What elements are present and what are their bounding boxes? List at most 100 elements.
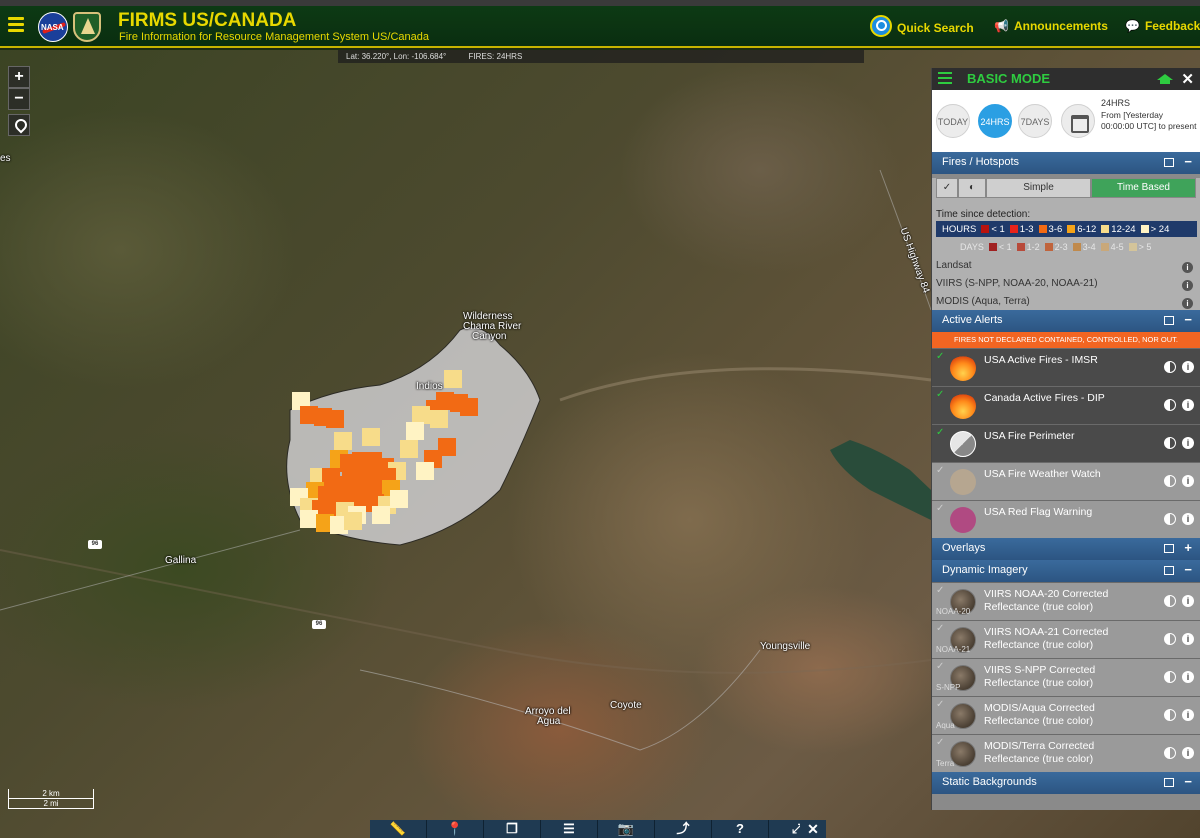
- layer-fire-weather-watch[interactable]: ✓ USA Fire Weather Watch i: [932, 462, 1200, 500]
- info-icon[interactable]: i: [1182, 280, 1193, 291]
- opacity-icon[interactable]: [1164, 361, 1176, 373]
- info-icon[interactable]: i: [1182, 399, 1194, 411]
- layers-tool-button[interactable]: ❐: [484, 820, 541, 838]
- fire-detection[interactable]: [362, 428, 380, 446]
- collapse-icon[interactable]: −: [1184, 312, 1192, 327]
- fire-detection[interactable]: [372, 506, 390, 524]
- fire-detection[interactable]: [326, 410, 344, 428]
- feedback-button[interactable]: 💬 Feedback: [1125, 19, 1200, 33]
- layer-check-icon[interactable]: ✓: [936, 465, 944, 476]
- layer-viirs-noaa21[interactable]: ✓ NOAA-21 VIIRS NOAA-21 Corrected Reflecta…: [932, 620, 1200, 658]
- zoom-out-button[interactable]: −: [8, 88, 30, 110]
- fire-detection[interactable]: [334, 432, 352, 450]
- layer-canada-active-fires[interactable]: ✓ Canada Active Fires - DIP i: [932, 386, 1200, 424]
- info-icon[interactable]: i: [1182, 671, 1194, 683]
- usa-active-fires-icon: [950, 355, 976, 381]
- 24hrs-button[interactable]: 24HRS: [978, 104, 1012, 138]
- layer-check-icon[interactable]: ✓: [936, 427, 944, 438]
- section-alerts-header[interactable]: Active Alerts −: [932, 310, 1200, 332]
- info-icon[interactable]: i: [1182, 595, 1194, 607]
- zoom-in-button[interactable]: +: [8, 66, 30, 88]
- calendar-icon[interactable]: [1061, 104, 1095, 138]
- copy-icon[interactable]: [1164, 158, 1174, 167]
- section-static-header[interactable]: Static Backgrounds −: [932, 772, 1200, 794]
- measure-tool-button[interactable]: 📏: [370, 820, 427, 838]
- opacity-icon[interactable]: [1164, 399, 1176, 411]
- opacity-icon[interactable]: [1164, 709, 1176, 721]
- contrast-icon[interactable]: ◐: [958, 178, 986, 198]
- layer-modis-terra[interactable]: ✓ Terra MODIS/Terra Corrected Reflectance …: [932, 734, 1200, 772]
- layer-check-icon[interactable]: ✓: [936, 351, 944, 362]
- fire-detection[interactable]: [444, 370, 462, 388]
- info-icon[interactable]: i: [1182, 747, 1194, 759]
- info-icon[interactable]: i: [1182, 709, 1194, 721]
- fire-detection[interactable]: [406, 422, 424, 440]
- copy-icon[interactable]: [1164, 778, 1174, 787]
- fire-detection[interactable]: [344, 512, 362, 530]
- check-toggle[interactable]: ✓: [936, 178, 958, 198]
- collapse-icon[interactable]: −: [1184, 154, 1192, 169]
- opacity-icon[interactable]: [1164, 595, 1176, 607]
- layer-red-flag-warning[interactable]: ✓ USA Red Flag Warning i: [932, 500, 1200, 538]
- layer-check-icon[interactable]: ✓: [936, 503, 944, 514]
- section-fires-header[interactable]: Fires / Hotspots −: [932, 152, 1200, 174]
- opacity-icon[interactable]: [1164, 633, 1176, 645]
- info-icon[interactable]: i: [1182, 298, 1193, 309]
- info-icon[interactable]: i: [1182, 262, 1193, 273]
- info-icon[interactable]: i: [1182, 513, 1194, 525]
- layer-usa-fire-perimeter[interactable]: ✓ USA Fire Perimeter i: [932, 424, 1200, 462]
- opacity-icon[interactable]: [1164, 671, 1176, 683]
- announcements-button[interactable]: 📢 Announcements: [994, 19, 1108, 33]
- today-button[interactable]: TODAY: [936, 104, 970, 138]
- layer-check-icon[interactable]: ✓: [936, 737, 944, 748]
- opacity-icon[interactable]: [1164, 747, 1176, 759]
- expand-icon[interactable]: +: [1184, 540, 1192, 555]
- menu-icon[interactable]: [8, 17, 24, 33]
- pin-tool-button[interactable]: 📍: [427, 820, 484, 838]
- layer-check-icon[interactable]: ✓: [936, 661, 944, 672]
- fire-detection[interactable]: [416, 462, 434, 480]
- snapshot-tool-button[interactable]: 📷: [598, 820, 655, 838]
- opacity-icon[interactable]: [1164, 475, 1176, 487]
- share-tool-button[interactable]: ⤴: [655, 820, 712, 838]
- fire-detection[interactable]: [400, 440, 418, 458]
- days-legend-item: 4-5: [1100, 242, 1124, 252]
- simple-mode-button[interactable]: Simple: [986, 178, 1091, 198]
- fire-detection[interactable]: [390, 490, 408, 508]
- info-icon[interactable]: i: [1182, 437, 1194, 449]
- layer-check-icon[interactable]: ✓: [936, 699, 944, 710]
- info-icon[interactable]: i: [1182, 361, 1194, 373]
- sidebar-menu-icon[interactable]: [938, 72, 952, 86]
- sidebar-close-button[interactable]: ✕: [1181, 70, 1194, 88]
- 7days-button[interactable]: 7DAYS: [1018, 104, 1052, 138]
- opacity-icon[interactable]: [1164, 437, 1176, 449]
- toolbar-close-button[interactable]: ✕: [800, 820, 826, 838]
- collapse-icon[interactable]: −: [1184, 774, 1192, 789]
- info-icon[interactable]: i: [1182, 633, 1194, 645]
- quick-search-button[interactable]: Quick Search: [870, 15, 974, 37]
- layer-check-icon[interactable]: ✓: [936, 585, 944, 596]
- collapse-icon[interactable]: −: [1184, 562, 1192, 577]
- fire-detection[interactable]: [460, 398, 478, 416]
- layer-usa-active-fires[interactable]: ✓ USA Active Fires - IMSR i: [932, 348, 1200, 386]
- opacity-icon[interactable]: [1164, 513, 1176, 525]
- layer-modis-aqua[interactable]: ✓ Aqua MODIS/Aqua Corrected Reflectance (t…: [932, 696, 1200, 734]
- location-pin-icon[interactable]: [8, 114, 30, 136]
- graduation-cap-icon[interactable]: [1156, 72, 1174, 86]
- settings-tool-button[interactable]: ☰: [541, 820, 598, 838]
- layer-check-icon[interactable]: ✓: [936, 623, 944, 634]
- help-tool-button[interactable]: ?: [712, 820, 769, 838]
- fire-detection[interactable]: [430, 410, 448, 428]
- info-icon[interactable]: i: [1182, 475, 1194, 487]
- copy-icon[interactable]: [1164, 316, 1174, 325]
- app-header: NASA FIRMS US/CANADA Fire Information fo…: [0, 6, 1200, 48]
- section-overlays-header[interactable]: Overlays +: [932, 538, 1200, 560]
- section-dynamic-header[interactable]: Dynamic Imagery −: [932, 560, 1200, 582]
- layer-viirs-snpp[interactable]: ✓ S-NPP VIIRS S-NPP Corrected Reflectance …: [932, 658, 1200, 696]
- copy-icon[interactable]: [1164, 566, 1174, 575]
- copy-icon[interactable]: [1164, 544, 1174, 553]
- hours-swatch: [981, 224, 990, 233]
- layer-viirs-noaa20[interactable]: ✓ NOAA-20 VIIRS NOAA-20 Corrected Reflecta…: [932, 582, 1200, 620]
- time-based-mode-button[interactable]: Time Based: [1091, 178, 1196, 198]
- layer-check-icon[interactable]: ✓: [936, 389, 944, 400]
